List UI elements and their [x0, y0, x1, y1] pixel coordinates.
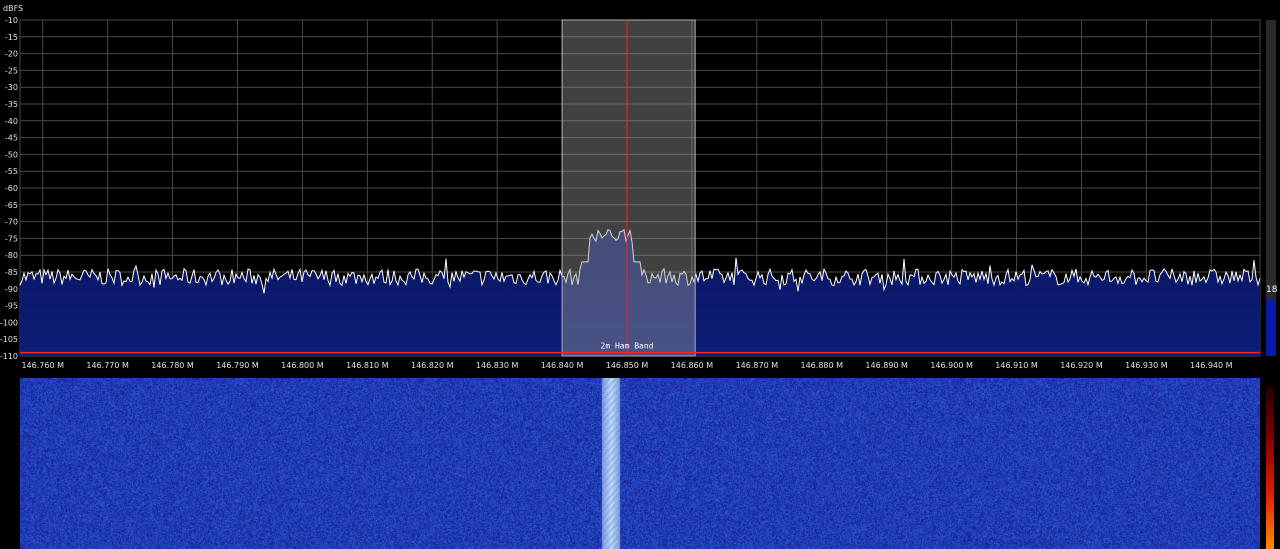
- y-tick-label: -90: [5, 285, 18, 294]
- y-tick-label: -105: [0, 335, 18, 344]
- y-tick-label: -20: [5, 50, 18, 59]
- x-tick-label: 146.850 M: [606, 361, 649, 370]
- band-plan-label: 2m Ham Band: [601, 342, 654, 351]
- y-tick-label: -15: [5, 33, 18, 42]
- x-tick-label: 146.870 M: [736, 361, 779, 370]
- y-tick-label: -70: [5, 218, 18, 227]
- snr-meter-value: 18: [1266, 285, 1278, 295]
- x-tick-label: 146.760 M: [21, 361, 64, 370]
- x-tick-label: 146.820 M: [411, 361, 454, 370]
- y-tick-label: -110: [0, 352, 18, 361]
- y-tick-label: -45: [5, 134, 18, 143]
- y-tick-label: -95: [5, 302, 18, 311]
- y-tick-label: -25: [5, 66, 18, 75]
- y-tick-label: -40: [5, 117, 18, 126]
- x-tick-label: 146.940 M: [1190, 361, 1233, 370]
- spectrum-plot[interactable]: -10 -15 -20 -25 -30 -35 -40 -45 -50 -55 -60 -65 -70 -…: [0, 0, 1280, 378]
- x-tick-label: 146.910 M: [995, 361, 1038, 370]
- x-tick-label: 146.780 M: [151, 361, 194, 370]
- x-tick-label: 146.880 M: [801, 361, 844, 370]
- x-tick-label: 146.840 M: [541, 361, 584, 370]
- y-tick-label: -65: [5, 201, 18, 210]
- x-tick-label: 146.900 M: [930, 361, 973, 370]
- y-tick-label: -60: [5, 184, 18, 193]
- x-tick-label: 146.770 M: [86, 361, 129, 370]
- waterfall-color-scale: [1266, 386, 1274, 549]
- waterfall-display[interactable]: [20, 378, 1260, 549]
- y-tick-label: -85: [5, 268, 18, 277]
- snr-meter-fill: [1266, 298, 1276, 356]
- y-tick-label: -10: [5, 16, 18, 25]
- x-tick-label: 146.890 M: [865, 361, 908, 370]
- y-tick-label: -80: [5, 251, 18, 260]
- x-tick-label: 146.830 M: [476, 361, 519, 370]
- x-tick-label: 146.860 M: [671, 361, 714, 370]
- y-tick-label: -30: [5, 83, 18, 92]
- y-axis-unit-label: dBFS: [3, 4, 24, 13]
- waterfall-canvas[interactable]: [20, 378, 1260, 549]
- x-tick-label: 146.920 M: [1060, 361, 1103, 370]
- x-tick-label: 146.810 M: [346, 361, 389, 370]
- snr-meter: [1266, 20, 1276, 356]
- y-tick-label: -75: [5, 234, 18, 243]
- y-tick-label: -35: [5, 100, 18, 109]
- filter-passband[interactable]: [561, 19, 696, 357]
- x-tick-label: 146.930 M: [1125, 361, 1168, 370]
- x-tick-label: 146.800 M: [281, 361, 324, 370]
- x-tick-label: 146.790 M: [216, 361, 259, 370]
- y-tick-label: -55: [5, 167, 18, 176]
- y-tick-label: -50: [5, 150, 18, 159]
- y-tick-label: -100: [0, 318, 18, 327]
